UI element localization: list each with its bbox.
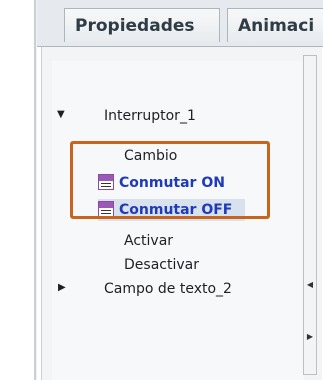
properties-window: Propiedades Animaci ▼ Interruptor_1 Camb… (0, 0, 323, 380)
scroll-right-arrow-icon[interactable]: ▶ (305, 330, 315, 344)
tree-item-interruptor[interactable]: Interruptor_1 (104, 106, 196, 126)
collapse-triangle-icon[interactable]: ▶ (58, 282, 66, 293)
event-tree: ▼ Interruptor_1 Cambio Conmutar ON Conmu… (52, 61, 304, 380)
tab-propiedades[interactable]: Propiedades (64, 8, 220, 42)
tree-item-desactivar[interactable]: Desactivar (124, 255, 199, 275)
tab-bar: Propiedades Animaci (37, 0, 323, 47)
left-strip (0, 0, 22, 380)
expand-triangle-icon[interactable]: ▼ (57, 109, 65, 120)
highlight-box (70, 141, 270, 219)
left-divider-highlight (36, 0, 37, 380)
vertical-scrollbar[interactable] (303, 55, 317, 375)
scroll-left-arrow-icon[interactable]: ◀ (305, 278, 315, 292)
tree-item-campo-texto[interactable]: Campo de texto_2 (104, 279, 232, 299)
tree-item-activar[interactable]: Activar (124, 231, 173, 251)
tab-animaciones[interactable]: Animaci (227, 8, 323, 42)
